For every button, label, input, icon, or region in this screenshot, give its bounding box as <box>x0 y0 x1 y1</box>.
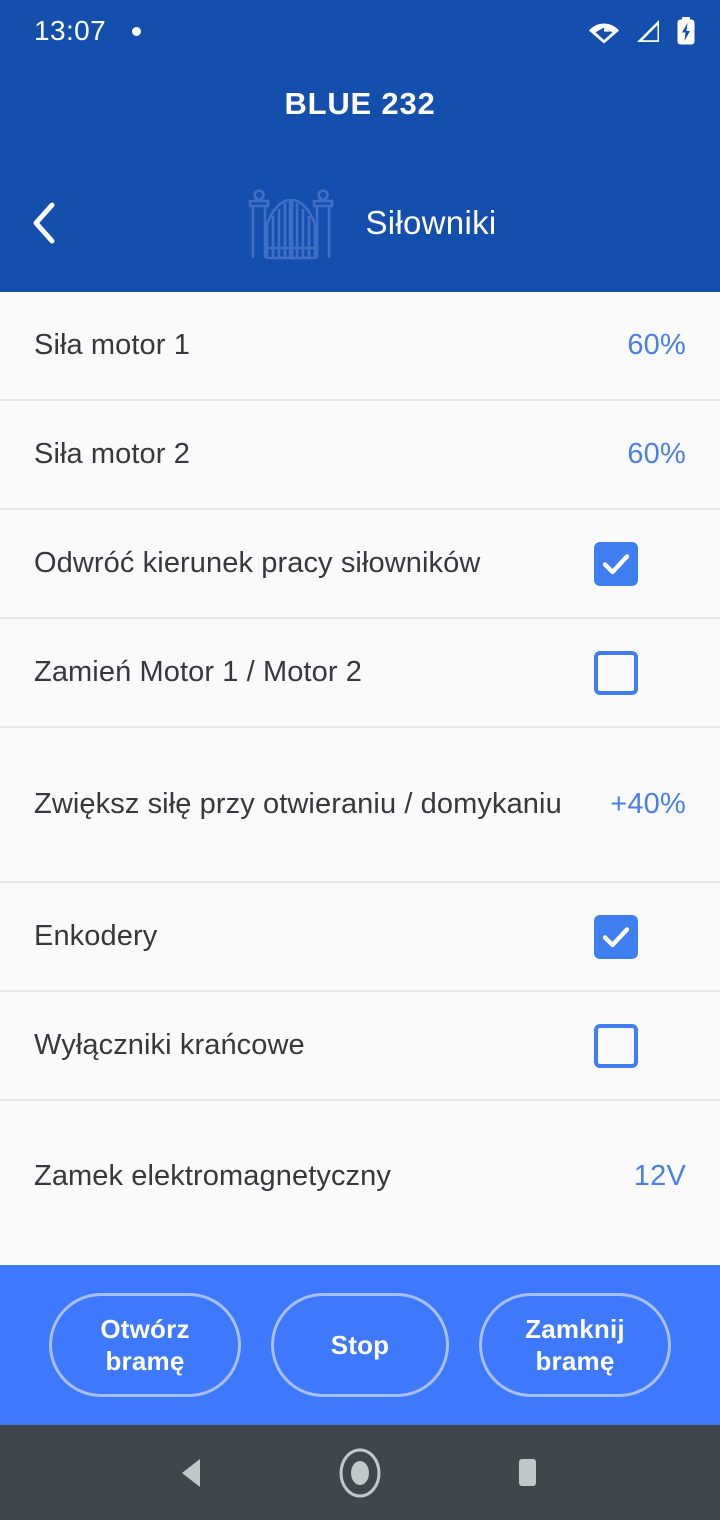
gate-icon <box>249 189 334 260</box>
list-item-wylaczniki-krancowe[interactable]: Wyłączniki krańcowe <box>0 992 720 1101</box>
list-item-value: 12V <box>633 1159 686 1192</box>
gate-control-bar: Otwórz bramę Stop Zamknij bramę <box>0 1265 720 1425</box>
list-item-value: 60% <box>627 329 686 361</box>
list-item-label: Zwiększ siłę przy otwieraniu / domykaniu <box>34 788 562 821</box>
recents-nav-button[interactable] <box>487 1433 567 1513</box>
settings-list: Siła motor 1 60% Siła motor 2 60% Odwróć… <box>0 292 720 1265</box>
list-item-zamien-motor[interactable]: Zamień Motor 1 / Motor 2 <box>0 619 720 728</box>
checkmark-icon <box>602 926 630 947</box>
android-navigation-bar <box>0 1425 720 1520</box>
checkbox-enkodery[interactable] <box>594 914 638 959</box>
wifi-icon <box>588 18 620 44</box>
app-header: 13:07 BLUE 232 Siłowniki <box>0 0 720 292</box>
list-item-zwieksz-sile[interactable]: Zwiększ siłę przy otwieraniu / domykaniu… <box>0 728 720 883</box>
back-nav-icon <box>182 1458 201 1487</box>
list-item-value: +40% <box>610 788 686 820</box>
list-item-label: Zamek elektromagnetyczny <box>34 1159 391 1192</box>
list-item-sila-motor-2[interactable]: Siła motor 2 60% <box>0 401 720 510</box>
app-title: BLUE 232 <box>284 86 436 121</box>
battery-charging-icon <box>676 17 696 45</box>
list-item-label: Odwróć kierunek pracy siłowników <box>34 547 481 580</box>
back-button[interactable] <box>0 178 90 268</box>
list-item-label: Enkodery <box>34 920 158 953</box>
section-title-group: Siłowniki <box>90 186 650 260</box>
home-nav-button[interactable] <box>320 1433 400 1513</box>
status-bar-clock: 13:07 <box>34 15 107 46</box>
chevron-left-icon <box>33 202 55 244</box>
stop-button[interactable]: Stop <box>271 1293 449 1397</box>
list-item-zamek-elektromagnetyczny[interactable]: Zamek elektromagnetyczny 12V <box>0 1101 720 1251</box>
recents-nav-icon <box>518 1458 536 1486</box>
status-bar: 13:07 <box>0 0 720 62</box>
section-title: Siłowniki <box>365 204 497 241</box>
list-item-label: Siła motor 1 <box>34 329 190 362</box>
section-header: Siłowniki <box>0 178 720 268</box>
checkbox-zamien-motor[interactable] <box>594 650 638 695</box>
cellular-signal-icon <box>634 18 662 44</box>
list-item-odwroc-kierunek[interactable]: Odwróć kierunek pracy siłowników <box>0 510 720 619</box>
list-item-enkodery[interactable]: Enkodery <box>0 883 720 992</box>
open-gate-button[interactable]: Otwórz bramę <box>49 1293 241 1397</box>
back-nav-button[interactable] <box>153 1433 233 1513</box>
notification-dot-icon <box>132 26 142 36</box>
status-bar-icons <box>588 17 696 45</box>
app-screen: 13:07 BLUE 232 Siłowniki Siła motor 1 60… <box>0 0 720 1520</box>
list-item-sila-motor-1[interactable]: Siła motor 1 60% <box>0 292 720 401</box>
checkmark-icon <box>602 553 630 574</box>
close-gate-button[interactable]: Zamknij bramę <box>479 1293 671 1397</box>
home-nav-icon <box>339 1448 381 1497</box>
checkbox-wylaczniki-krancowe[interactable] <box>594 1023 638 1068</box>
list-item-value: 60% <box>627 438 686 470</box>
list-item-label: Zamień Motor 1 / Motor 2 <box>34 656 362 689</box>
list-item-label: Wyłączniki krańcowe <box>34 1029 305 1062</box>
list-item-label: Siła motor 2 <box>34 438 190 471</box>
checkbox-odwroc-kierunek[interactable] <box>594 541 638 586</box>
